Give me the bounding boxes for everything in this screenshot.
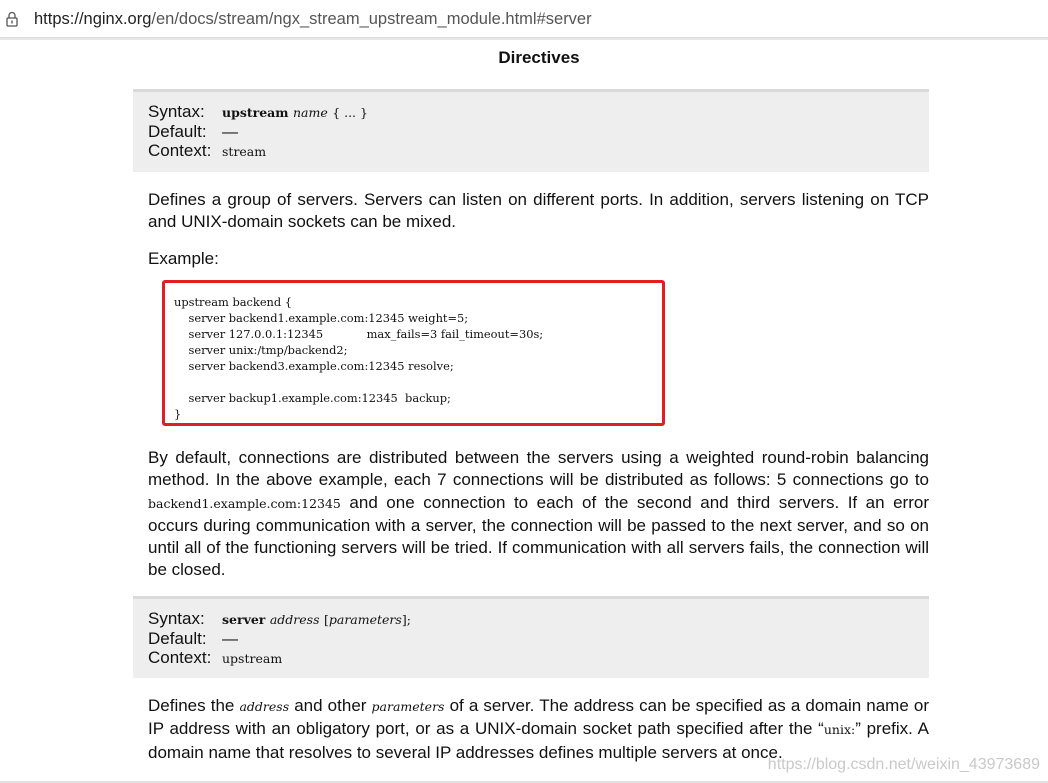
inline-code-parameters: parameters: [371, 699, 445, 714]
default-value: —: [222, 123, 238, 141]
lock-icon: [6, 11, 18, 27]
syntax-keyword: server: [222, 612, 266, 627]
paragraph-distribution: By default, connections are distributed …: [148, 448, 929, 580]
syntax-row: Syntax: server address [parameters];: [148, 609, 411, 628]
address-bar[interactable]: https://nginx.org/en/docs/stream/ngx_str…: [0, 0, 1048, 38]
directive-server: Syntax: server address [parameters]; Def…: [133, 596, 929, 678]
paragraph-description: Defines a group of servers. Servers can …: [148, 190, 929, 232]
watermark: https://blog.csdn.net/weixin_43973689: [767, 756, 1040, 773]
default-row: Default: —: [148, 629, 914, 649]
syntax-keyword: upstream: [222, 105, 289, 120]
example-label: Example:: [148, 249, 219, 268]
syntax-arg: address: [269, 612, 320, 627]
default-row: Default: —: [148, 122, 914, 142]
syntax-params: parameters: [328, 612, 402, 627]
url-text[interactable]: https://nginx.org/en/docs/stream/ngx_str…: [34, 10, 592, 29]
inline-code-address: address: [239, 699, 290, 714]
default-label: Default:: [148, 121, 207, 141]
context-label: Context:: [148, 648, 212, 667]
context-label: Context:: [148, 141, 212, 160]
syntax-label: Syntax:: [148, 609, 205, 628]
syntax-row: Syntax: upstream name { ... }: [148, 102, 914, 122]
paragraph-server: Defines the address and other parameters…: [148, 696, 929, 762]
directive-upstream: Syntax: upstream name { ... } Default: —…: [133, 89, 929, 172]
section-heading: Directives: [498, 48, 580, 67]
divider: [0, 38, 1048, 40]
syntax-rest: { ... }: [332, 105, 368, 120]
code-example-box: upstream backend { server backend1.examp…: [162, 280, 665, 426]
context-row: Context: upstream: [148, 648, 914, 668]
context-value: upstream: [222, 651, 283, 666]
default-value: —: [222, 630, 238, 648]
inline-code: backend1.example.com:12345: [148, 495, 341, 511]
syntax-label: Syntax:: [148, 102, 205, 121]
default-label: Default:: [148, 628, 207, 648]
code-example: upstream backend { server backend1.examp…: [174, 295, 544, 421]
context-value: stream: [222, 144, 267, 159]
inline-code-unix: unix:: [823, 722, 856, 738]
context-row: Context: stream: [148, 141, 914, 161]
syntax-arg: name: [292, 105, 328, 120]
